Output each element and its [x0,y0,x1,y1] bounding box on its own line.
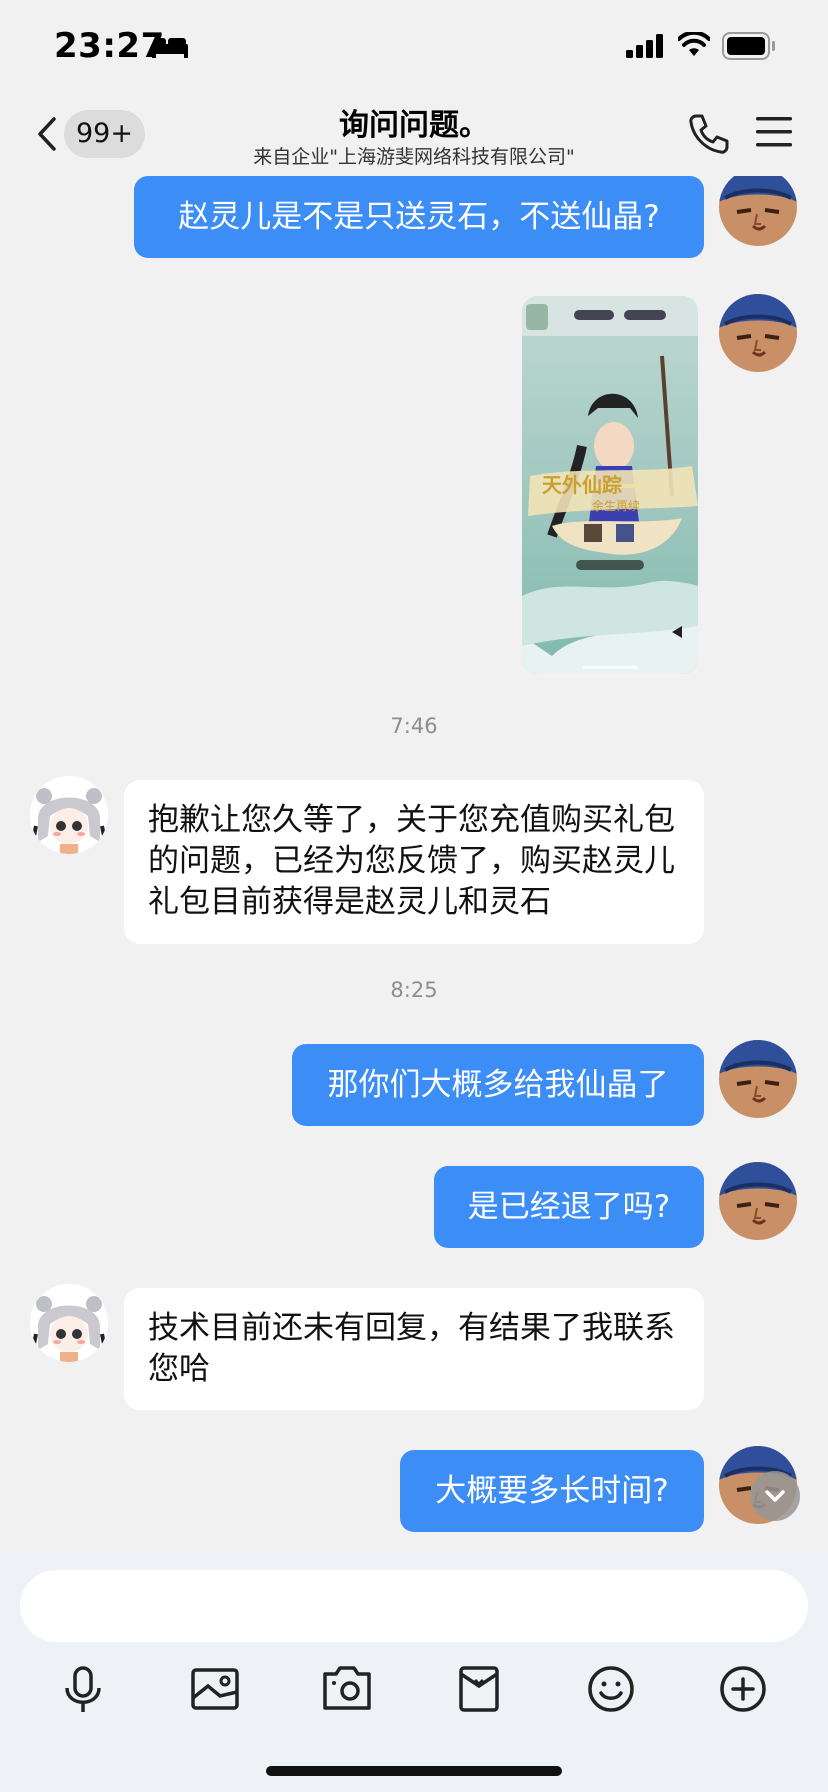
avatar[interactable] [30,776,108,854]
bed-icon [152,38,188,58]
status-time: 23:27 [54,26,165,66]
avatar[interactable] [719,1162,797,1240]
battery-icon [722,32,775,60]
emoji-icon[interactable] [584,1662,638,1716]
message-input[interactable] [20,1570,808,1642]
avatar[interactable] [719,176,797,246]
message-bubble-received[interactable]: 抱歉让您久等了，关于您充值购买礼包的问题，已经为您反馈了，购买赵灵儿礼包目前获得… [124,780,704,944]
image-message[interactable]: 天外仙踪 余生再续 [522,296,698,674]
message-bubble-sent[interactable]: 是已经退了吗? [434,1166,704,1248]
composer [0,1552,828,1792]
svg-text:余生再续: 余生再续 [592,498,640,513]
message-bubble-sent[interactable]: 大概要多长时间? [400,1450,704,1532]
message-timestamp: 8:25 [390,978,438,1002]
chevron-down-icon [765,1490,785,1502]
status-bar: 23:27 [0,0,828,96]
message-list[interactable]: 赵灵儿是不是只送灵石，不送仙晶? 天外仙踪 余生再续 7:46 抱歉让您久等了，… [0,176,828,1552]
signal-icon [626,34,663,58]
home-indicator [266,1766,562,1776]
avatar[interactable] [719,294,797,372]
message-bubble-sent[interactable]: 那你们大概多给我仙晶了 [292,1044,704,1126]
scroll-to-bottom-button[interactable] [750,1471,800,1521]
microphone-icon[interactable] [56,1662,110,1716]
chat-header: 99+ 询问问题。 来自企业"上海游斐网络科技有限公司" [0,96,828,176]
camera-icon[interactable] [320,1662,374,1716]
message-bubble-received[interactable]: 技术目前还未有回复，有结果了我联系您哈 [124,1288,704,1410]
menu-icon[interactable] [754,114,794,150]
red-packet-icon[interactable] [452,1662,506,1716]
wifi-icon [678,32,710,56]
plus-icon[interactable] [716,1662,770,1716]
svg-text:天外仙踪: 天外仙踪 [542,473,622,497]
message-timestamp: 7:46 [390,714,438,738]
phone-icon[interactable] [686,112,730,156]
image-icon[interactable] [188,1662,242,1716]
avatar[interactable] [30,1284,108,1362]
avatar[interactable] [719,1040,797,1118]
message-bubble-sent[interactable]: 赵灵儿是不是只送灵石，不送仙晶? [134,176,704,258]
